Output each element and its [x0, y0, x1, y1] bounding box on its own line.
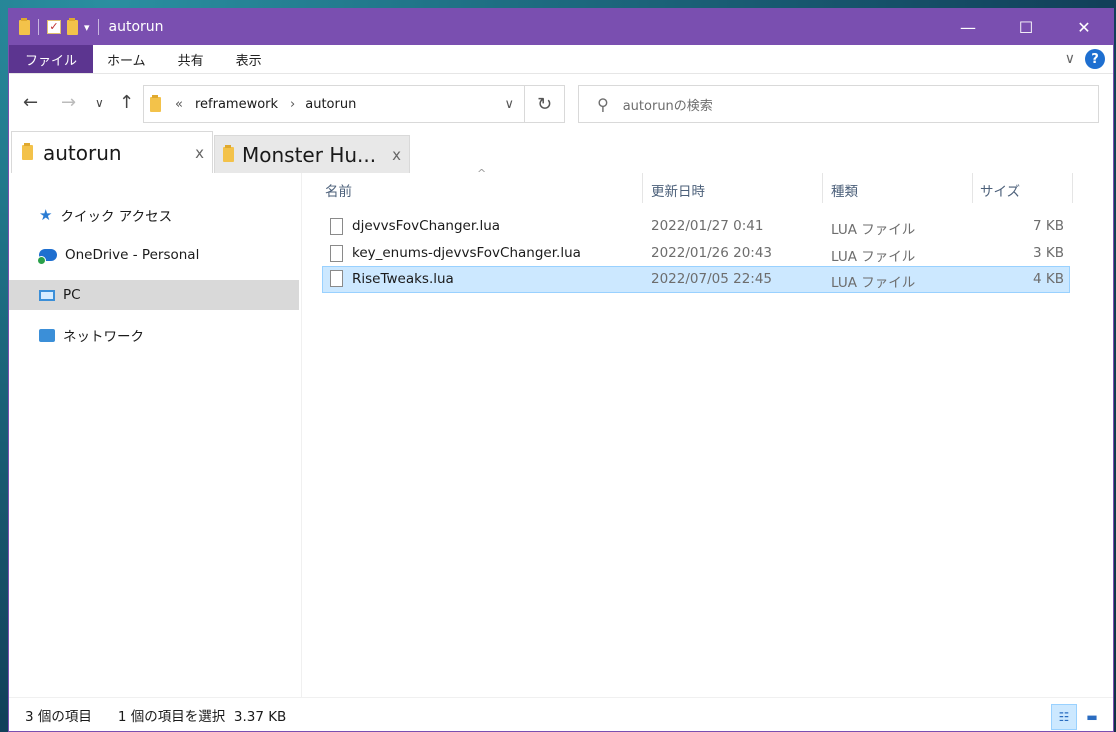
file-name: djevvsFovChanger.lua [352, 218, 501, 234]
column-header-size[interactable]: サイズ [980, 180, 1020, 200]
tab-label: autorun [43, 140, 122, 165]
file-type: LUA ファイル [831, 275, 916, 291]
selection-info: 1 個の項目を選択 3.37 KB [117, 708, 287, 725]
sidebar-item-label: クイック アクセス [60, 209, 173, 225]
explorer-window: ✓ ▾ autorun — ☐ ✕ ファイル ホーム 共有 表示 ∨ ? ← →… [8, 8, 1114, 732]
file-icon [330, 218, 343, 235]
folder-icon [19, 17, 30, 35]
breadcrumb-reframework[interactable]: reframework [195, 97, 278, 112]
sidebar-item-onedrive[interactable]: OneDrive - Personal [9, 240, 299, 270]
column-separator[interactable] [822, 173, 823, 203]
sidebar-item-label: ネットワーク [63, 329, 144, 345]
breadcrumb-autorun[interactable]: autorun [305, 97, 356, 112]
forward-button[interactable]: → [61, 92, 76, 113]
tab-autorun[interactable]: autorun x [11, 131, 213, 173]
folder-tabs: autorun x Monster Hu... x [9, 131, 1113, 173]
sidebar-item-label: OneDrive - Personal [65, 247, 200, 263]
folder-icon [150, 94, 161, 112]
tab-label: Monster Hu... [242, 142, 377, 167]
customize-toolbar-icon[interactable]: ▾ [84, 21, 90, 34]
sidebar-item-pc[interactable]: PC [9, 280, 299, 310]
status-bar: 3 個の項目 1 個の項目を選択 3.37 KB ☷ ▬ [9, 697, 1113, 731]
tab-share[interactable]: 共有 [159, 45, 222, 73]
network-icon [39, 328, 55, 342]
new-folder-icon[interactable] [67, 17, 78, 35]
column-header-date[interactable]: 更新日時 [651, 180, 705, 200]
column-separator[interactable] [972, 173, 973, 203]
column-header-type[interactable]: 種類 [831, 180, 858, 200]
close-button[interactable]: ✕ [1055, 9, 1113, 45]
maximize-button[interactable]: ☐ [997, 9, 1055, 45]
file-name: key_enums-djevvsFovChanger.lua [352, 245, 581, 261]
file-row[interactable]: key_enums-djevvsFovChanger.lua 2022/01/2… [322, 240, 1070, 267]
navigation-pane: ★ クイック アクセス OneDrive - Personal PC ネットワー… [9, 173, 301, 698]
folder-icon [223, 145, 234, 162]
tab-monster-hunter[interactable]: Monster Hu... x [214, 135, 410, 173]
ribbon-tabs: ファイル ホーム 共有 表示 ∨ ? [9, 45, 1113, 73]
navigation-bar: ← → ∨ ↑ « reframework › autorun ∨ ↻ ⚲ au… [9, 73, 1113, 135]
search-box[interactable]: ⚲ autorunの検索 [578, 85, 1099, 123]
sidebar-item-network[interactable]: ネットワーク [9, 320, 299, 350]
cloud-icon [37, 249, 57, 265]
close-tab-icon[interactable]: x [392, 146, 401, 164]
file-date: 2022/07/05 22:45 [651, 271, 773, 287]
back-button[interactable]: ← [23, 92, 38, 113]
details-view-button[interactable]: ☷ [1051, 704, 1077, 730]
column-headers: ^ 名前 更新日時 種類 サイズ [317, 167, 1073, 203]
quick-access-toolbar: ✓ ▾ [19, 17, 101, 35]
address-bar[interactable]: « reframework › autorun ∨ [143, 85, 525, 123]
pane-divider[interactable] [301, 173, 302, 698]
file-size: 3 KB [1033, 245, 1064, 261]
sidebar-item-label: PC [63, 287, 81, 303]
properties-icon[interactable]: ✓ [47, 20, 61, 34]
folder-icon [22, 143, 33, 160]
column-header-name[interactable]: 名前 [325, 180, 352, 200]
search-placeholder: autorunの検索 [622, 98, 713, 114]
expand-ribbon-icon[interactable]: ∨ [1065, 51, 1075, 67]
file-size: 7 KB [1033, 218, 1064, 234]
minimize-button[interactable]: — [939, 9, 997, 45]
file-icon [330, 245, 343, 262]
refresh-button[interactable]: ↻ [525, 85, 565, 123]
file-size: 4 KB [1033, 271, 1064, 287]
large-icons-view-button[interactable]: ▬ [1079, 704, 1105, 730]
close-tab-icon[interactable]: x [195, 144, 204, 162]
file-name: RiseTweaks.lua [352, 271, 454, 287]
star-icon: ★ [39, 206, 53, 224]
help-icon[interactable]: ? [1085, 49, 1105, 69]
breadcrumb-overflow[interactable]: « [175, 97, 183, 112]
file-type: LUA ファイル [831, 249, 916, 265]
toolbar-separator [97, 19, 99, 35]
file-row-selected[interactable]: RiseTweaks.lua 2022/07/05 22:45 LUA ファイル… [322, 266, 1070, 293]
column-separator[interactable] [642, 173, 643, 203]
file-date: 2022/01/26 20:43 [651, 245, 773, 261]
file-row[interactable]: djevvsFovChanger.lua 2022/01/27 0:41 LUA… [322, 213, 1070, 240]
breadcrumb-separator[interactable]: › [290, 97, 295, 112]
recent-locations-button[interactable]: ∨ [95, 96, 104, 110]
toolbar-separator [38, 19, 39, 35]
tab-home[interactable]: ホーム [93, 45, 160, 73]
file-type: LUA ファイル [831, 222, 916, 238]
sort-indicator-icon: ^ [477, 167, 487, 180]
item-count: 3 個の項目 [25, 708, 92, 725]
up-button[interactable]: ↑ [119, 92, 134, 113]
search-icon: ⚲ [597, 94, 609, 114]
file-date: 2022/01/27 0:41 [651, 218, 764, 234]
file-icon [330, 270, 343, 287]
title-bar: ✓ ▾ autorun — ☐ ✕ [9, 9, 1113, 45]
sidebar-item-quick-access[interactable]: ★ クイック アクセス [9, 200, 299, 230]
window-controls: — ☐ ✕ [939, 9, 1113, 45]
tab-file[interactable]: ファイル [9, 45, 94, 73]
address-dropdown-icon[interactable]: ∨ [504, 97, 514, 112]
column-separator[interactable] [1072, 173, 1073, 203]
ribbon-right: ∨ ? [1065, 49, 1105, 69]
pc-icon [39, 289, 55, 301]
tab-view[interactable]: 表示 [221, 45, 276, 73]
window-title: autorun [108, 19, 164, 35]
